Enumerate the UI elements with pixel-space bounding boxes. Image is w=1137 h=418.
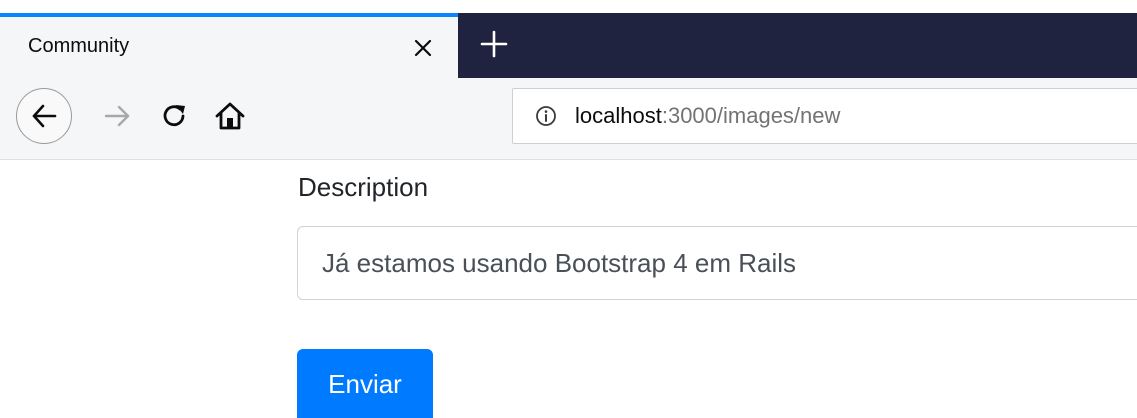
plus-icon[interactable] [476,26,512,62]
address-text[interactable]: localhost:3000/images/new [575,103,840,129]
back-button[interactable] [16,88,72,144]
address-host: localhost [575,103,662,128]
info-icon[interactable] [535,105,557,127]
tab-strip-background [458,13,1137,78]
submit-button[interactable]: Enviar [297,349,433,418]
tab-title: Community [28,35,130,57]
arrow-right-icon[interactable] [100,98,136,134]
tab-strip: Community [0,0,1137,78]
arrow-left-icon [32,104,57,128]
browser-window: Community localhost:3000/images/new Desc… [0,0,1137,418]
close-icon[interactable] [408,33,438,63]
description-input[interactable] [297,226,1137,300]
reload-icon[interactable] [156,98,192,134]
navigation-bar: localhost:3000/images/new [0,78,1137,160]
address-path: :3000/images/new [661,103,841,128]
home-icon[interactable] [212,98,248,134]
tab-community[interactable]: Community [0,13,458,78]
description-label: Description [298,172,429,202]
address-bar[interactable]: localhost:3000/images/new [512,88,1137,144]
